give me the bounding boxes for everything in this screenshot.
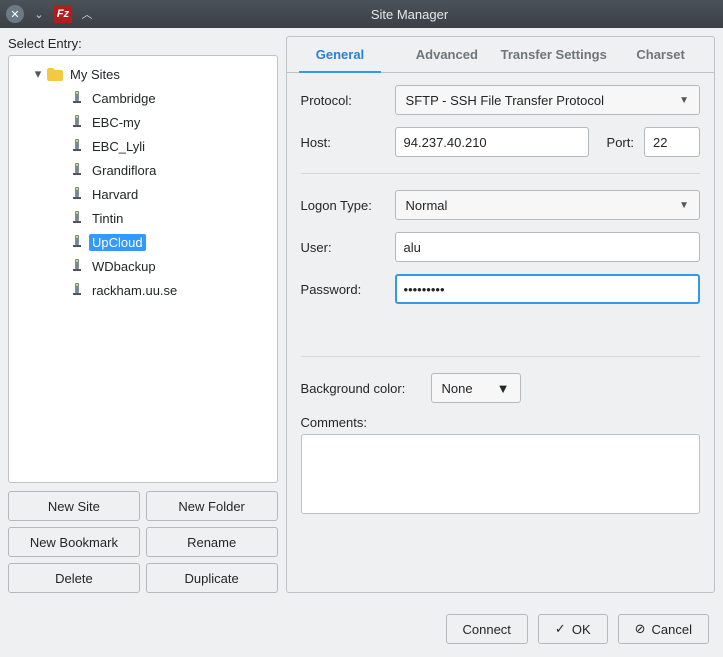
tab-advanced[interactable]: Advanced: [393, 37, 500, 72]
password-input[interactable]: [395, 274, 700, 304]
expand-toggle-icon[interactable]: ▾: [33, 66, 43, 82]
site-entry[interactable]: Cambridge: [13, 86, 273, 110]
window-title: Site Manager: [102, 7, 717, 22]
chevron-down-icon[interactable]: ⌄: [30, 5, 48, 23]
server-icon: [69, 115, 85, 129]
port-label: Port:: [607, 135, 634, 150]
password-label: Password:: [301, 282, 385, 297]
site-tree[interactable]: ▾ My Sites Cambridge EBC-my EBC_Lyli Grandi…: [8, 55, 278, 483]
site-label: Harvard: [89, 186, 141, 203]
protocol-label: Protocol:: [301, 93, 385, 108]
site-label: Grandiflora: [89, 162, 159, 179]
site-label: EBC-my: [89, 114, 143, 131]
site-label: WDbackup: [89, 258, 159, 275]
server-icon: [69, 139, 85, 153]
comments-textarea[interactable]: [301, 434, 700, 514]
host-input[interactable]: [395, 127, 589, 157]
dialog-footer: Connect ✓OK ⊘Cancel: [0, 601, 723, 657]
folder-icon: [47, 67, 63, 81]
site-entry[interactable]: Grandiflora: [13, 158, 273, 182]
bgcolor-label: Background color:: [301, 381, 421, 396]
comments-label: Comments:: [301, 415, 700, 430]
site-entry[interactable]: EBC-my: [13, 110, 273, 134]
chevron-down-icon: ▼: [679, 95, 689, 106]
tree-root-label: My Sites: [67, 66, 123, 83]
server-icon: [69, 259, 85, 273]
host-label: Host:: [301, 135, 385, 150]
site-label: Cambridge: [89, 90, 159, 107]
duplicate-button[interactable]: Duplicate: [146, 563, 278, 593]
check-icon: ✓: [555, 621, 566, 637]
server-icon: [69, 187, 85, 201]
logon-type-select[interactable]: Normal ▼: [395, 190, 700, 220]
select-entry-label: Select Entry:: [8, 36, 278, 51]
chevron-down-icon: ▼: [679, 200, 689, 211]
site-entry[interactable]: EBC_Lyli: [13, 134, 273, 158]
server-icon: [69, 91, 85, 105]
site-entry[interactable]: Tintin: [13, 206, 273, 230]
server-icon: [69, 283, 85, 297]
site-label: EBC_Lyli: [89, 138, 148, 155]
site-entry[interactable]: WDbackup: [13, 254, 273, 278]
titlebar: ✕ ⌄ Fz ︿ Site Manager: [0, 0, 723, 28]
site-entry[interactable]: UpCloud: [13, 230, 273, 254]
new-bookmark-button[interactable]: New Bookmark: [8, 527, 140, 557]
port-input[interactable]: [644, 127, 700, 157]
tab-bar: General Advanced Transfer Settings Chars…: [287, 37, 714, 73]
tab-general[interactable]: General: [287, 37, 394, 72]
rename-button[interactable]: Rename: [146, 527, 278, 557]
chevron-down-icon: ▼: [497, 381, 510, 396]
divider: [301, 356, 700, 357]
bgcolor-select[interactable]: None ▼: [431, 373, 521, 403]
site-label: UpCloud: [89, 234, 146, 251]
app-icon: Fz: [54, 5, 72, 23]
delete-button[interactable]: Delete: [8, 563, 140, 593]
tab-transfer-settings[interactable]: Transfer Settings: [500, 37, 607, 72]
ok-button[interactable]: ✓OK: [538, 614, 608, 644]
user-input[interactable]: [395, 232, 700, 262]
server-icon: [69, 163, 85, 177]
user-label: User:: [301, 240, 385, 255]
site-label: Tintin: [89, 210, 126, 227]
cancel-button[interactable]: ⊘Cancel: [618, 614, 709, 644]
tree-root[interactable]: ▾ My Sites: [13, 62, 273, 86]
site-label: rackham.uu.se: [89, 282, 180, 299]
site-entry[interactable]: Harvard: [13, 182, 273, 206]
logon-type-value: Normal: [406, 198, 448, 213]
prohibit-icon: ⊘: [635, 621, 646, 637]
chevron-up-icon[interactable]: ︿: [78, 5, 96, 23]
protocol-select[interactable]: SFTP - SSH File Transfer Protocol ▼: [395, 85, 700, 115]
new-folder-button[interactable]: New Folder: [146, 491, 278, 521]
server-icon: [69, 211, 85, 225]
tab-charset[interactable]: Charset: [607, 37, 714, 72]
protocol-value: SFTP - SSH File Transfer Protocol: [406, 93, 604, 108]
bgcolor-value: None: [442, 381, 473, 396]
connect-button[interactable]: Connect: [446, 614, 528, 644]
server-icon: [69, 235, 85, 249]
close-icon[interactable]: ✕: [6, 5, 24, 23]
new-site-button[interactable]: New Site: [8, 491, 140, 521]
logon-type-label: Logon Type:: [301, 198, 385, 213]
site-entry[interactable]: rackham.uu.se: [13, 278, 273, 302]
divider: [301, 173, 700, 174]
